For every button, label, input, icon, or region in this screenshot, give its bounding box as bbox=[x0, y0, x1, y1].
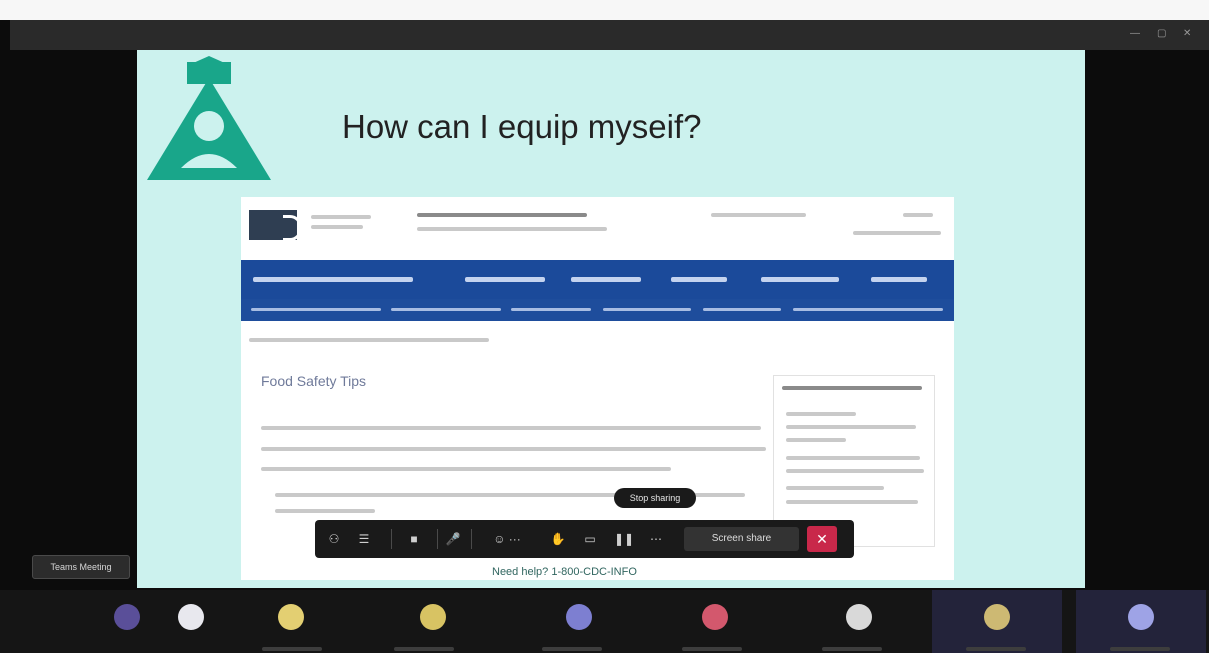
nav-item[interactable] bbox=[465, 277, 545, 282]
participant-tile[interactable] bbox=[520, 590, 630, 653]
subnav-item[interactable] bbox=[251, 308, 381, 311]
participant-name-chip: Teams Meeting bbox=[32, 555, 130, 579]
sidebar-link[interactable] bbox=[786, 412, 856, 416]
pause-icon[interactable]: ❚❚ bbox=[611, 528, 637, 550]
sidebar-link[interactable] bbox=[786, 456, 920, 460]
header-link-line bbox=[853, 231, 941, 235]
header-link-line bbox=[711, 213, 806, 217]
participant-avatar-icon[interactable] bbox=[1128, 604, 1154, 630]
more-options-icon[interactable]: ⋯ bbox=[643, 528, 669, 550]
participant-tile[interactable] bbox=[800, 590, 910, 653]
sidebar-link[interactable] bbox=[786, 486, 884, 490]
page-heading: Food Safety Tips bbox=[261, 373, 367, 389]
camera-icon[interactable]: ■ bbox=[399, 528, 429, 550]
reactions-icon[interactable]: ☺ ··· bbox=[477, 528, 537, 550]
screen-share-button[interactable]: Screen share bbox=[684, 527, 799, 551]
participant-name bbox=[262, 647, 322, 651]
participant-avatar-icon[interactable] bbox=[114, 604, 140, 630]
participant-tile[interactable] bbox=[660, 590, 770, 653]
subnav-item[interactable] bbox=[603, 308, 691, 311]
chat-icon[interactable]: ☰ bbox=[351, 528, 377, 550]
toolbar-divider bbox=[437, 529, 438, 549]
participant-name bbox=[542, 647, 602, 651]
subnav-item[interactable] bbox=[793, 308, 943, 311]
raise-hand-icon[interactable]: ✋ bbox=[547, 528, 569, 550]
nav-item[interactable] bbox=[761, 277, 839, 282]
participant-tile[interactable] bbox=[932, 590, 1062, 653]
top-status-bar bbox=[0, 0, 1209, 20]
body-text-line bbox=[275, 509, 375, 513]
body-text-line bbox=[261, 467, 671, 471]
participant-name bbox=[1110, 647, 1170, 651]
subnav-item[interactable] bbox=[511, 308, 591, 311]
breadcrumb[interactable] bbox=[249, 338, 489, 342]
participant-tile[interactable] bbox=[248, 590, 348, 653]
sidebar-link[interactable] bbox=[786, 425, 916, 429]
participant-gallery[interactable] bbox=[0, 590, 1209, 653]
participant-avatar-icon[interactable] bbox=[420, 604, 446, 630]
participant-name bbox=[822, 647, 882, 651]
site-name-line bbox=[311, 215, 371, 219]
microphone-icon[interactable]: 🎤 bbox=[443, 528, 463, 550]
nav-item[interactable] bbox=[253, 277, 413, 282]
participant-avatar-icon[interactable] bbox=[846, 604, 872, 630]
site-name-line bbox=[311, 225, 363, 229]
toolbar-divider bbox=[471, 529, 472, 549]
participant-tile[interactable] bbox=[160, 590, 220, 653]
participant-avatar-icon[interactable] bbox=[178, 604, 204, 630]
participant-tile[interactable] bbox=[98, 590, 158, 653]
participant-name bbox=[394, 647, 454, 651]
sidebar-link[interactable] bbox=[786, 500, 918, 504]
logo-icon bbox=[147, 56, 271, 180]
nav-item[interactable] bbox=[871, 277, 927, 282]
subnav-item[interactable] bbox=[703, 308, 781, 311]
header-link-line bbox=[903, 213, 933, 217]
screen-share-toolbar[interactable]: ⚇ ☰ ■ 🎤 ☺ ··· ✋ ▭ ❚❚ ⋯ Screen share ✕ bbox=[315, 520, 854, 558]
participant-avatar-icon[interactable] bbox=[278, 604, 304, 630]
stop-share-button[interactable]: ✕ bbox=[807, 526, 837, 552]
sidebar-heading bbox=[782, 386, 922, 390]
nav-item[interactable] bbox=[671, 277, 727, 282]
participant-tile[interactable] bbox=[380, 590, 480, 653]
participant-name bbox=[682, 647, 742, 651]
participant-name bbox=[966, 647, 1026, 651]
subnav-item[interactable] bbox=[391, 308, 501, 311]
nav-item[interactable] bbox=[571, 277, 641, 282]
primary-navigation[interactable] bbox=[241, 260, 954, 299]
meeting-title-bar bbox=[10, 20, 1209, 50]
body-text-line bbox=[261, 447, 766, 451]
sidebar-link[interactable] bbox=[786, 469, 924, 473]
page-search-line bbox=[417, 227, 607, 231]
body-text-line bbox=[261, 426, 761, 430]
participant-avatar-icon[interactable] bbox=[566, 604, 592, 630]
minimize-icon[interactable]: — bbox=[1130, 28, 1142, 39]
present-icon[interactable]: ▭ bbox=[577, 528, 603, 550]
participants-icon[interactable]: ⚇ bbox=[323, 528, 345, 550]
maximize-icon[interactable]: ▢ bbox=[1157, 28, 1169, 39]
participant-avatar-icon[interactable] bbox=[702, 604, 728, 630]
site-logo bbox=[249, 210, 302, 241]
slide-title: How can I equip myseif? bbox=[342, 108, 702, 145]
stop-sharing-tooltip: Stop sharing bbox=[614, 488, 696, 508]
sidebar-link[interactable] bbox=[786, 438, 846, 442]
shared-slide: How can I equip myseif? Food Safety Tips bbox=[137, 50, 1085, 588]
toolbar-divider bbox=[391, 529, 392, 549]
participant-avatar-icon[interactable] bbox=[984, 604, 1010, 630]
page-search-line bbox=[417, 213, 587, 217]
participant-tile[interactable] bbox=[1076, 590, 1206, 653]
secondary-navigation[interactable] bbox=[241, 299, 954, 321]
slide-caption: Need help? 1-800-CDC-INFO bbox=[492, 566, 637, 578]
close-icon[interactable]: ✕ bbox=[1183, 28, 1195, 39]
